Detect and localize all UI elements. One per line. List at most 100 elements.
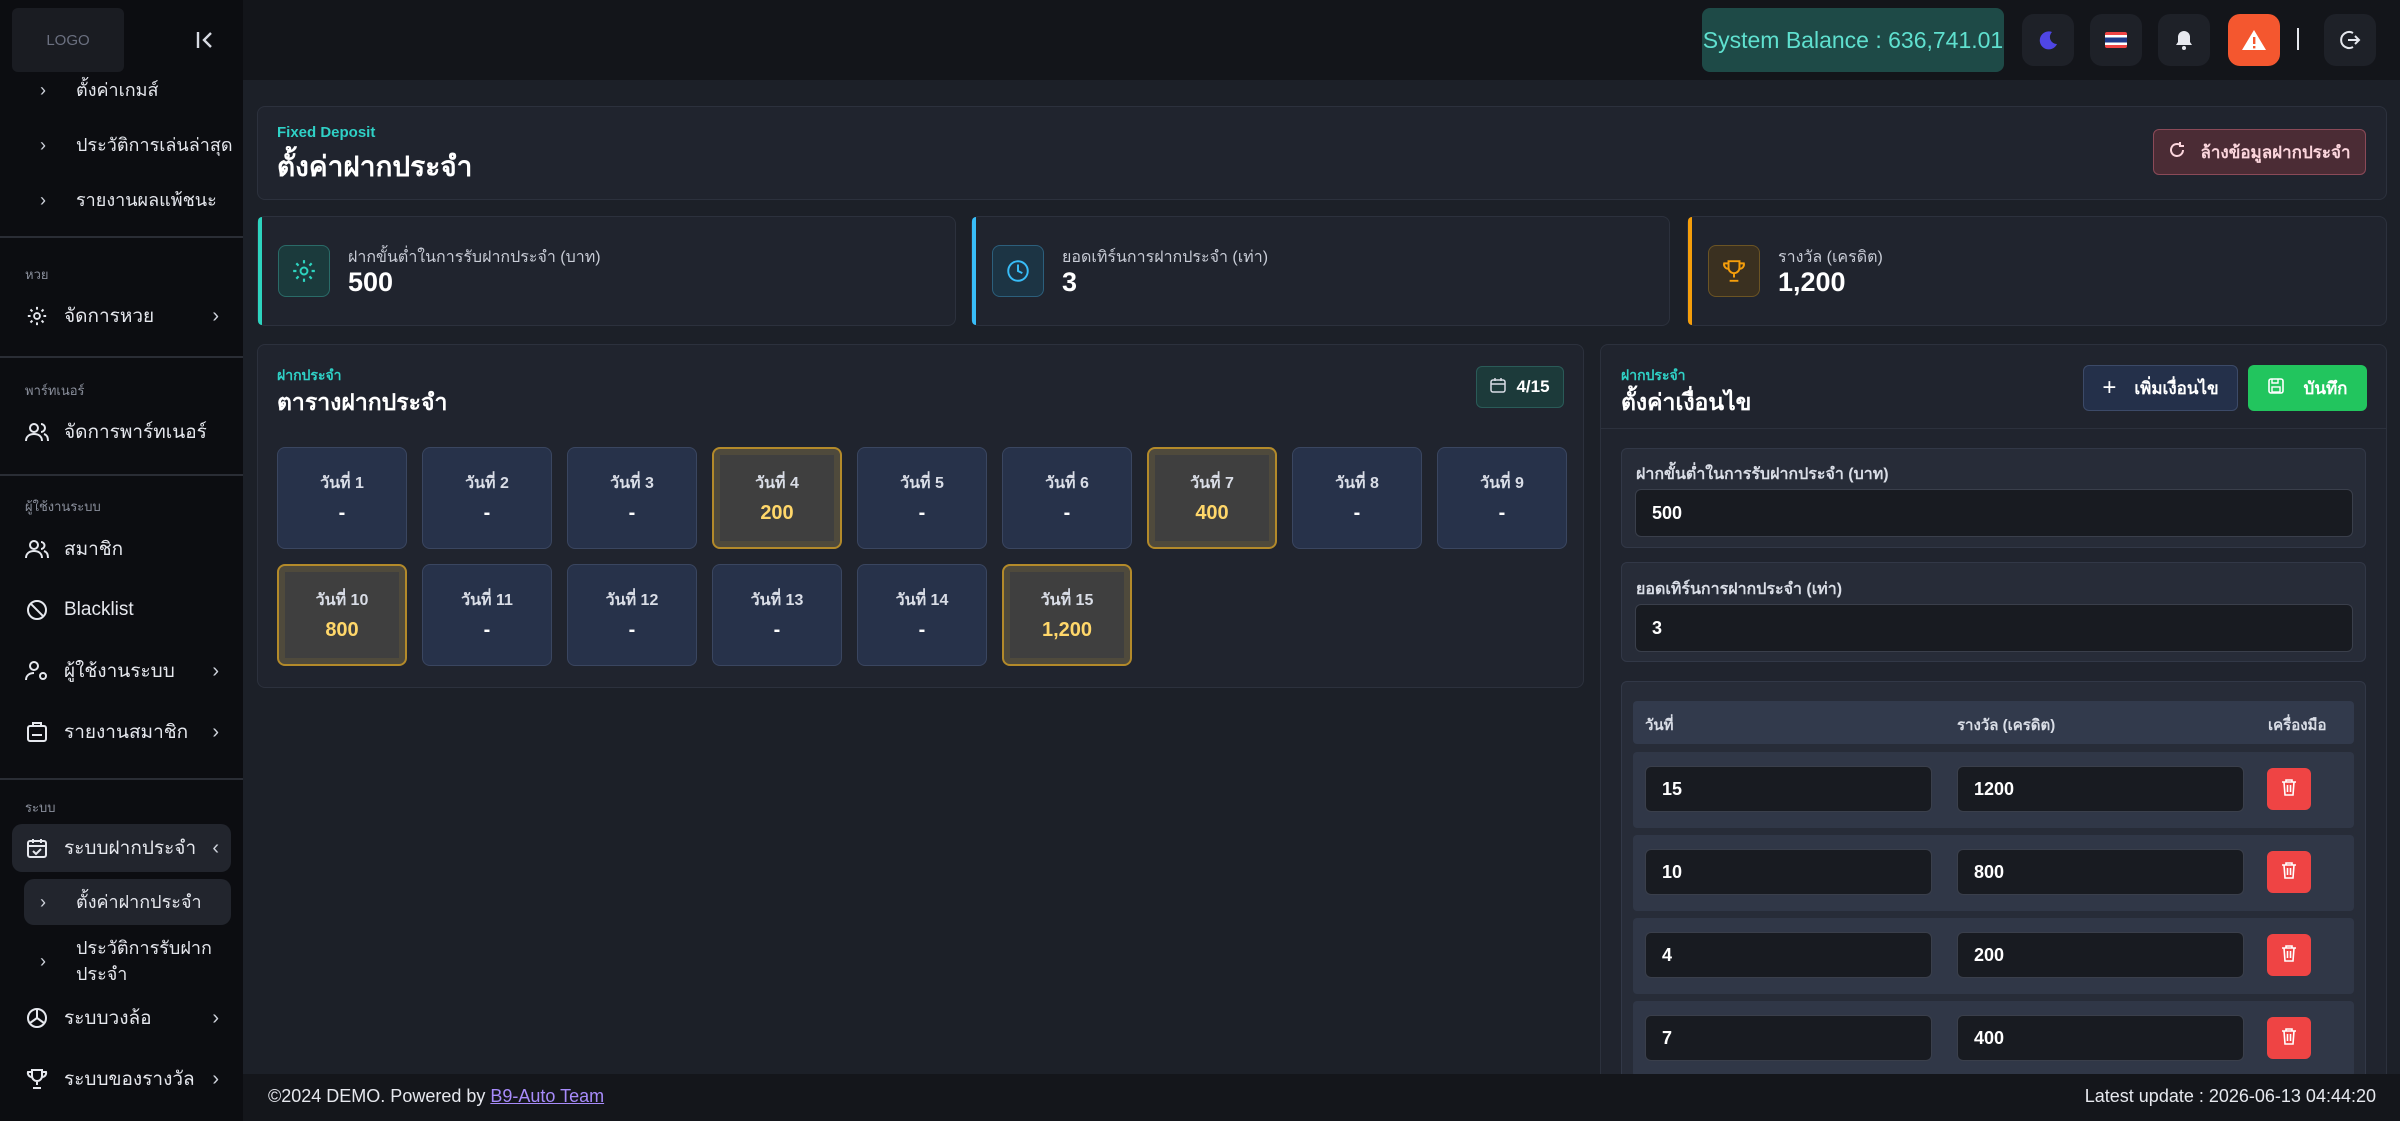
trash-icon bbox=[2281, 1027, 2297, 1050]
day-cell: วันที่ 2 - bbox=[422, 447, 552, 549]
section-partner: พาร์ทเนอร์ bbox=[25, 383, 85, 398]
users-icon bbox=[24, 421, 50, 443]
stat-value: 3 bbox=[1062, 267, 1078, 297]
sidebar-item-label: จัดการหวย bbox=[64, 306, 155, 327]
delete-row-button[interactable] bbox=[2267, 851, 2311, 893]
trash-icon bbox=[2281, 861, 2297, 884]
reset-data-button[interactable]: ล้างข้อมูลฝากประจำ bbox=[2153, 129, 2366, 175]
trophy-icon bbox=[1708, 245, 1760, 297]
day-label: วันที่ 7 bbox=[1190, 475, 1234, 492]
table-row: 4 200 bbox=[1633, 918, 2354, 994]
day-label: วันที่ 2 bbox=[465, 475, 509, 492]
stat-accent-bar bbox=[258, 217, 262, 325]
day-label: วันที่ 13 bbox=[750, 592, 804, 609]
sidebar-item-game-settings[interactable]: › ตั้งค่าเกมส์ bbox=[0, 65, 243, 115]
plus-icon: + bbox=[2102, 374, 2117, 401]
table-row: 7 400 bbox=[1633, 1001, 2354, 1077]
header-day: วันที่ bbox=[1645, 717, 1674, 734]
progress-text: 4/15 bbox=[1516, 377, 1550, 396]
day-cell: วันที่ 3 - bbox=[567, 447, 697, 549]
chevron-right-icon: › bbox=[212, 1067, 219, 1090]
logout-icon[interactable] bbox=[2324, 14, 2376, 66]
divider bbox=[0, 236, 243, 238]
sidebar-item-fd-settings[interactable]: › ตั้งค่าฝากประจำ bbox=[24, 879, 231, 925]
chevron-right-icon: › bbox=[212, 720, 219, 743]
sidebar-item-fd-history[interactable]: › ประวัติการรับฝากประจำ bbox=[0, 930, 243, 992]
conditions-table: วันที่ รางวัล (เครดิต) เครื่องมือ 15 1200… bbox=[1621, 681, 2366, 1093]
delete-row-button[interactable] bbox=[2267, 1017, 2311, 1059]
bell-icon[interactable] bbox=[2158, 14, 2210, 66]
day-label: วันที่ 8 bbox=[1335, 475, 1379, 492]
footer-link[interactable]: B9-Auto Team bbox=[490, 1086, 604, 1106]
add-condition-button[interactable]: + เพิ่มเงื่อนไข bbox=[2083, 365, 2238, 411]
day-label: วันที่ 4 bbox=[755, 475, 799, 492]
sidebar-item-blacklist[interactable]: Blacklist bbox=[12, 586, 231, 634]
save-button[interactable]: บันทึก bbox=[2248, 365, 2367, 411]
day-cell: วันที่ 11 - bbox=[422, 564, 552, 666]
save-icon bbox=[2267, 377, 2284, 399]
sidebar-item-lottery-manage[interactable]: จัดการหวย › bbox=[12, 292, 231, 340]
sidebar-item-member-report[interactable]: รายงานสมาชิก › bbox=[12, 708, 231, 756]
turnover-input[interactable]: 3 bbox=[1635, 604, 2353, 652]
day-reward: - bbox=[483, 619, 491, 641]
chevron-right-icon: › bbox=[40, 891, 46, 912]
chevron-right-icon: › bbox=[212, 659, 219, 682]
day-reward: - bbox=[1353, 502, 1361, 524]
reward-input[interactable]: 800 bbox=[1957, 849, 2244, 895]
day-cell: วันที่ 7 400 bbox=[1147, 447, 1277, 549]
turnover-label: ยอดเทิร์นการฝากประจำ (เท่า) bbox=[1636, 581, 1843, 598]
sidebar-item-rewards[interactable]: ระบบของรางวัล › bbox=[12, 1055, 231, 1103]
reward-input[interactable]: 1200 bbox=[1957, 766, 2244, 812]
day-label: วันที่ 9 bbox=[1480, 475, 1524, 492]
day-cell: วันที่ 6 - bbox=[1002, 447, 1132, 549]
stat-accent-bar bbox=[972, 217, 976, 325]
flag-icon[interactable] bbox=[2090, 14, 2142, 66]
min-deposit-input[interactable]: 500 bbox=[1635, 489, 2353, 537]
day-cell: วันที่ 1 - bbox=[277, 447, 407, 549]
min-deposit-label: ฝากขั้นต่ำในการรับฝากประจำ (บาท) bbox=[1636, 466, 1889, 483]
day-label: วันที่ 12 bbox=[605, 592, 659, 609]
day-input[interactable]: 15 bbox=[1645, 766, 1932, 812]
day-input[interactable]: 7 bbox=[1645, 1015, 1932, 1061]
stat-card-turnover: ยอดเทิร์นการฝากประจำ (เท่า) 3 bbox=[971, 216, 1670, 326]
conditions-eyebrow: ฝากประจำ bbox=[1621, 367, 1686, 383]
sidebar-item-system-users[interactable]: ผู้ใช้งานระบบ › bbox=[12, 647, 231, 695]
trash-icon bbox=[2281, 944, 2297, 967]
sidebar-item-fixed-deposit[interactable]: ระบบฝากประจำ ‹ bbox=[12, 824, 231, 872]
day-label: วันที่ 11 bbox=[461, 592, 513, 609]
delete-row-button[interactable] bbox=[2267, 768, 2311, 810]
chevron-right-icon: › bbox=[40, 134, 46, 155]
chevron-right-icon: › bbox=[40, 189, 46, 210]
sidebar-item-members[interactable]: สมาชิก bbox=[12, 525, 231, 573]
moon-icon[interactable] bbox=[2022, 14, 2074, 66]
sidebar-item-wheel[interactable]: ระบบวงล้อ › bbox=[12, 994, 231, 1042]
sidebar-item-label: ระบบฝากประจำ bbox=[64, 838, 197, 859]
section-system: ระบบ bbox=[25, 800, 56, 815]
reward-input[interactable]: 200 bbox=[1957, 932, 2244, 978]
day-reward: - bbox=[918, 619, 926, 641]
day-reward: 800 bbox=[325, 619, 359, 641]
conditions-title: ตั้งค่าเงื่อนไข bbox=[1621, 389, 1752, 415]
stat-accent-bar bbox=[1688, 217, 1692, 325]
day-label: วันที่ 14 bbox=[895, 592, 949, 609]
sidebar-item-partner-manage[interactable]: จัดการพาร์ทเนอร์ bbox=[12, 408, 231, 456]
divider bbox=[0, 474, 243, 476]
reward-input[interactable]: 400 bbox=[1957, 1015, 2244, 1061]
header-tools: เครื่องมือ bbox=[2268, 717, 2327, 734]
day-cell: วันที่ 12 - bbox=[567, 564, 697, 666]
calendar-check-icon bbox=[24, 837, 50, 859]
day-input[interactable]: 10 bbox=[1645, 849, 1932, 895]
day-input[interactable]: 4 bbox=[1645, 932, 1932, 978]
user-cog-icon bbox=[24, 660, 50, 682]
warning-icon[interactable] bbox=[2228, 14, 2280, 66]
delete-row-button[interactable] bbox=[2267, 934, 2311, 976]
chevron-left-icon: ‹ bbox=[212, 836, 219, 859]
sidebar-item-play-history[interactable]: › ประวัติการเล่นล่าสุด bbox=[0, 120, 243, 170]
gear-icon bbox=[24, 305, 50, 327]
ban-icon bbox=[24, 599, 50, 621]
collapse-sidebar-icon[interactable] bbox=[190, 24, 222, 56]
sidebar-item-win-loss-report[interactable]: › รายงานผลแพ้ชนะ bbox=[0, 175, 243, 225]
topbar-separator bbox=[2297, 28, 2299, 50]
stat-card-reward: รางวัล (เครดิต) 1,200 bbox=[1687, 216, 2387, 326]
day-cell: วันที่ 8 - bbox=[1292, 447, 1422, 549]
